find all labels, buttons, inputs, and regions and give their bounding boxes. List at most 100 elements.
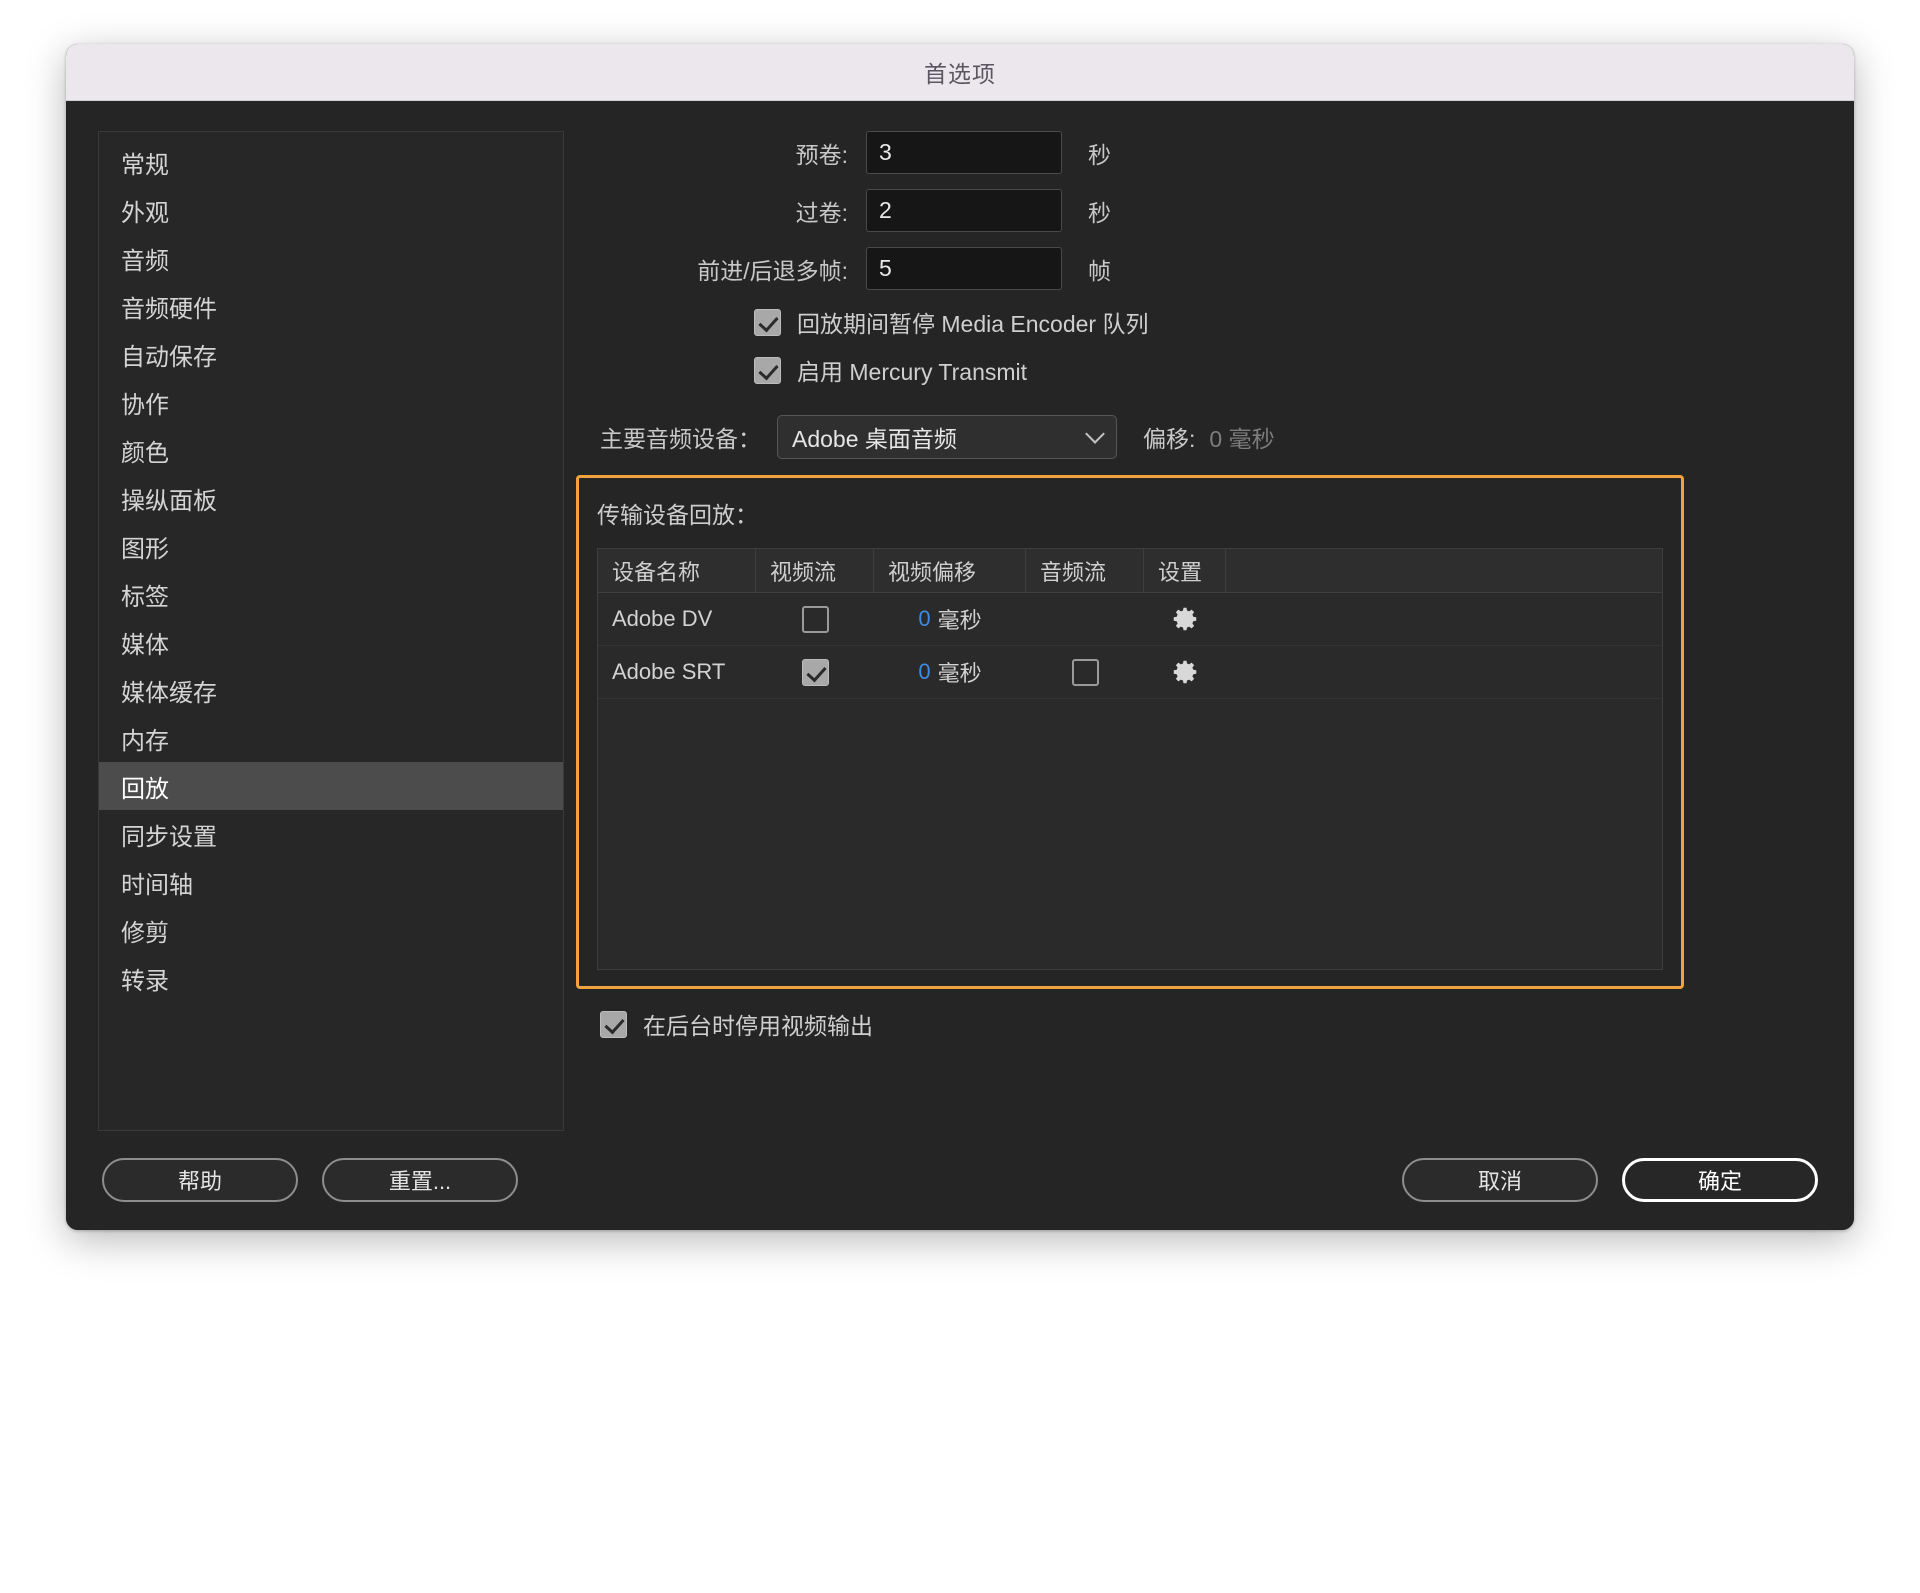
checkbox-1[interactable] <box>754 357 781 384</box>
sidebar-item-1[interactable]: 外观 <box>99 186 563 234</box>
sidebar-item-label: 音频 <box>121 241 169 276</box>
video-stream-cell[interactable] <box>756 593 874 645</box>
sidebar-item-9[interactable]: 标签 <box>99 570 563 618</box>
table-row[interactable]: Adobe DV 0 毫秒 <box>598 593 1662 646</box>
sidebar-item-label: 操纵面板 <box>121 481 217 516</box>
video-stream-cell[interactable] <box>756 646 874 698</box>
gear-icon <box>1170 604 1200 634</box>
video-offset-unit: 毫秒 <box>938 603 982 635</box>
help-button[interactable]: 帮助 <box>102 1158 298 1202</box>
sidebar-item-15[interactable]: 时间轴 <box>99 858 563 906</box>
audio-stream-cell[interactable] <box>1026 593 1144 645</box>
column-header-spacer <box>1226 549 1662 592</box>
dialog-button-bar: 帮助 重置... 取消 确定 <box>66 1130 1854 1230</box>
field-label: 预卷: <box>576 136 866 170</box>
sidebar-item-11[interactable]: 媒体缓存 <box>99 666 563 714</box>
field-input[interactable]: 3 <box>866 131 1062 174</box>
numeric-fields-group: 预卷:3秒过卷:2秒前进/后退多帧:5帧 <box>576 131 1822 290</box>
column-header-2[interactable]: 视频偏移 <box>874 549 1026 592</box>
column-header-4[interactable]: 设置 <box>1144 549 1226 592</box>
video-stream-checkbox[interactable] <box>802 606 829 633</box>
transport-group-title: 传输设备回放： <box>597 496 1663 530</box>
window-titlebar: 首选项 <box>66 44 1854 101</box>
checkbox-row-1[interactable]: 启用 Mercury Transmit <box>754 353 1822 387</box>
device-name-cell: Adobe DV <box>598 593 756 645</box>
sidebar-item-4[interactable]: 自动保存 <box>99 330 563 378</box>
dialog-body: 常规外观音频音频硬件自动保存协作颜色操纵面板图形标签媒体媒体缓存内存回放同步设置… <box>66 101 1854 1230</box>
sidebar-item-10[interactable]: 媒体 <box>99 618 563 666</box>
sidebar-item-14[interactable]: 同步设置 <box>99 810 563 858</box>
disable-video-output-checkbox[interactable] <box>600 1011 627 1038</box>
reset-button[interactable]: 重置... <box>322 1158 518 1202</box>
disable-video-output-row[interactable]: 在后台时停用视频输出 <box>600 1007 1822 1041</box>
sidebar-item-5[interactable]: 协作 <box>99 378 563 426</box>
cancel-button[interactable]: 取消 <box>1402 1158 1598 1202</box>
audio-stream-checkbox[interactable] <box>1072 659 1099 686</box>
sidebar-item-label: 媒体 <box>121 625 169 660</box>
primary-audio-device-row: 主要音频设备： Adobe 桌面音频 偏移: 0 毫秒 <box>576 415 1822 459</box>
audio-offset-value: 0 毫秒 <box>1209 420 1274 454</box>
ok-button[interactable]: 确定 <box>1622 1158 1818 1202</box>
row-spacer-cell <box>1226 593 1662 645</box>
sidebar-item-label: 同步设置 <box>121 817 217 852</box>
sidebar-item-label: 内存 <box>121 721 169 756</box>
sidebar-item-13[interactable]: 回放 <box>99 762 563 810</box>
sidebar-item-label: 外观 <box>121 193 169 228</box>
field-label: 过卷: <box>576 194 866 228</box>
transport-device-playback-group: 传输设备回放： 设备名称视频流视频偏移音频流设置 Adobe DV0毫秒Adob… <box>576 475 1684 989</box>
checkbox-label: 启用 Mercury Transmit <box>797 353 1027 387</box>
column-header-3[interactable]: 音频流 <box>1026 549 1144 592</box>
sidebar-item-6[interactable]: 颜色 <box>99 426 563 474</box>
playback-checkbox-group: 回放期间暂停 Media Encoder 队列启用 Mercury Transm… <box>576 305 1822 387</box>
field-input[interactable]: 5 <box>866 247 1062 290</box>
settings-cell[interactable] <box>1144 646 1226 698</box>
column-header-0[interactable]: 设备名称 <box>598 549 756 592</box>
gear-icon <box>1170 657 1200 687</box>
playback-settings-panel: 预卷:3秒过卷:2秒前进/后退多帧:5帧 回放期间暂停 Media Encode… <box>564 131 1822 1130</box>
sidebar-item-2[interactable]: 音频 <box>99 234 563 282</box>
device-name-cell: Adobe SRT <box>598 646 756 698</box>
sidebar-item-label: 颜色 <box>121 433 169 468</box>
sidebar-item-label: 常规 <box>121 145 169 180</box>
audio-stream-cell[interactable] <box>1026 646 1144 698</box>
table-row[interactable]: Adobe SRT 0毫秒 <box>598 646 1662 699</box>
category-sidebar[interactable]: 常规外观音频音频硬件自动保存协作颜色操纵面板图形标签媒体媒体缓存内存回放同步设置… <box>98 131 564 1131</box>
row-spacer-cell <box>1226 646 1662 698</box>
transport-device-table: 设备名称视频流视频偏移音频流设置 Adobe DV0毫秒Adobe SRT0毫秒 <box>597 548 1663 970</box>
sidebar-item-8[interactable]: 图形 <box>99 522 563 570</box>
sidebar-item-16[interactable]: 修剪 <box>99 906 563 954</box>
video-offset-value[interactable]: 0 <box>918 606 930 632</box>
sidebar-item-17[interactable]: 转录 <box>99 954 563 1002</box>
sidebar-item-label: 协作 <box>121 385 169 420</box>
video-offset-value[interactable]: 0 <box>918 659 930 685</box>
table-body: Adobe DV0毫秒Adobe SRT0毫秒 <box>598 593 1662 699</box>
field-unit: 秒 <box>1088 194 1111 228</box>
sidebar-item-0[interactable]: 常规 <box>99 138 563 186</box>
preferences-dialog: 首选项 常规外观音频音频硬件自动保存协作颜色操纵面板图形标签媒体媒体缓存内存回放… <box>66 44 1854 1230</box>
video-offset-cell[interactable]: 0毫秒 <box>874 646 1026 698</box>
sidebar-item-label: 图形 <box>121 529 169 564</box>
confirm-buttons: 取消 确定 <box>1402 1158 1818 1202</box>
field-row-1: 过卷:2秒 <box>576 189 1822 232</box>
sidebar-item-label: 回放 <box>121 769 169 804</box>
sidebar-item-label: 转录 <box>121 961 169 996</box>
field-unit: 秒 <box>1088 136 1111 170</box>
sidebar-item-label: 媒体缓存 <box>121 673 217 708</box>
column-header-1[interactable]: 视频流 <box>756 549 874 592</box>
settings-cell[interactable] <box>1144 593 1226 645</box>
chevron-down-icon <box>1085 424 1105 444</box>
sidebar-item-12[interactable]: 内存 <box>99 714 563 762</box>
primary-audio-device-value: Adobe 桌面音频 <box>792 420 957 454</box>
checkbox-row-0[interactable]: 回放期间暂停 Media Encoder 队列 <box>754 305 1822 339</box>
field-input[interactable]: 2 <box>866 189 1062 232</box>
screenshot-root: 首选项 常规外观音频音频硬件自动保存协作颜色操纵面板图形标签媒体媒体缓存内存回放… <box>0 0 1920 1593</box>
sidebar-item-7[interactable]: 操纵面板 <box>99 474 563 522</box>
video-stream-checkbox[interactable] <box>802 659 829 686</box>
video-offset-cell[interactable]: 0 毫秒 <box>874 593 1026 645</box>
field-row-2: 前进/后退多帧:5帧 <box>576 247 1822 290</box>
window-title: 首选项 <box>924 55 996 89</box>
checkbox-0[interactable] <box>754 309 781 336</box>
sidebar-item-3[interactable]: 音频硬件 <box>99 282 563 330</box>
sidebar-item-label: 时间轴 <box>121 865 193 900</box>
primary-audio-device-select[interactable]: Adobe 桌面音频 <box>777 415 1117 459</box>
